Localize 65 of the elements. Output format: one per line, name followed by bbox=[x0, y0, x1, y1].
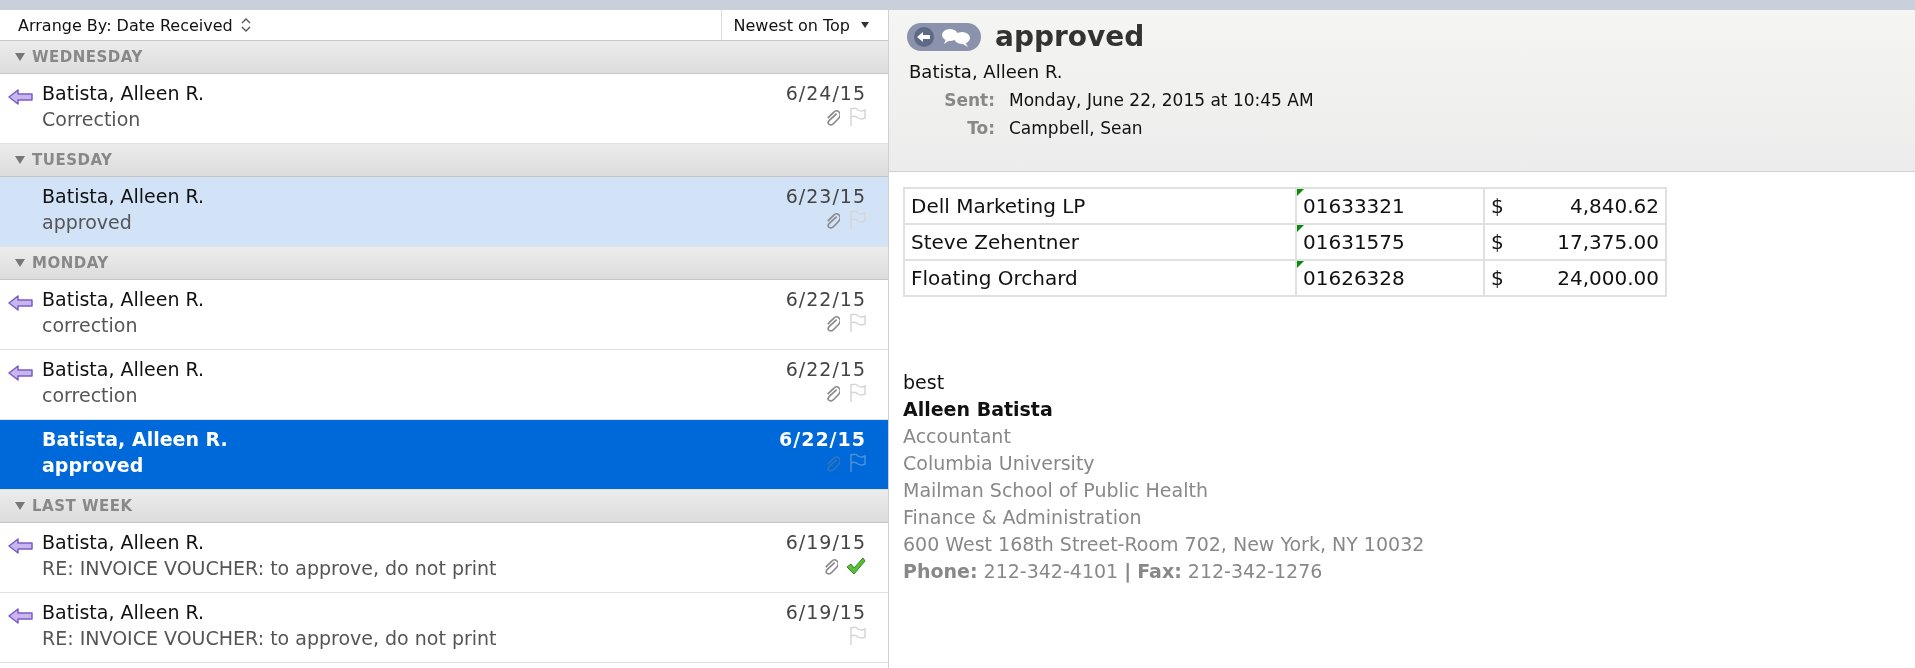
signature-line: Finance & Administration bbox=[903, 505, 1143, 530]
header-field-label: Sent: bbox=[943, 90, 995, 110]
signature-line: Mailman School of Public Health bbox=[903, 478, 1209, 503]
table-cell: $ 17,375.00 bbox=[1484, 224, 1666, 260]
header-field-value: Campbell, Sean bbox=[1009, 118, 1143, 138]
header-field-value: Monday, June 22, 2015 at 10:45 AM bbox=[1009, 90, 1314, 110]
table-cell: Floating Orchard bbox=[904, 260, 1296, 296]
disclosure-triangle-icon[interactable] bbox=[14, 258, 26, 268]
greeting-text: best bbox=[903, 370, 946, 395]
date-group-label: WEDNESDAY bbox=[32, 48, 143, 66]
message-date: 6/24/15 bbox=[785, 82, 866, 104]
sort-order-label: Newest on Top bbox=[733, 15, 850, 35]
signature-contact: Phone: 212-342-4101 | Fax: 212-342-1276 bbox=[903, 559, 1324, 585]
message-sender: Batista, Alleen R. bbox=[42, 288, 205, 310]
disclosure-triangle-icon[interactable] bbox=[14, 52, 26, 62]
message-subject: approved bbox=[42, 454, 144, 476]
message-date: 6/22/15 bbox=[779, 428, 866, 450]
message-row[interactable]: Batista, Alleen R. 6/23/15 approved bbox=[0, 177, 888, 247]
message-row[interactable]: Batista, Alleen R. 6/22/15 approved bbox=[0, 420, 888, 490]
message-sender: Batista, Alleen R. bbox=[42, 531, 205, 553]
header-field-label: To: bbox=[966, 118, 995, 138]
date-group-label: LAST WEEK bbox=[32, 497, 133, 515]
message-date: 6/23/15 bbox=[785, 185, 866, 207]
message-date: 6/22/15 bbox=[785, 358, 866, 380]
message-subject: Correction bbox=[42, 108, 141, 130]
message-subject: RE: INVOICE VOUCHER: to approve, do not print bbox=[42, 627, 497, 649]
message-date: 6/22/15 bbox=[785, 288, 866, 310]
message-sender: Batista, Alleen R. bbox=[42, 601, 205, 623]
signature-name: Alleen Batista bbox=[903, 397, 1054, 422]
arrange-by-menu[interactable]: Arrange By: Date Received bbox=[0, 10, 721, 40]
disclosure-triangle-icon[interactable] bbox=[14, 155, 26, 165]
message-row[interactable]: Batista, Alleen R. 6/19/15 RE: INVOICE VOUCHER: to approve, do not print bbox=[0, 593, 888, 663]
message-subject: RE: INVOICE VOUCHER: to approve, do not print bbox=[42, 557, 497, 579]
message-date: 6/19/15 bbox=[785, 601, 866, 623]
signature-line: Accountant bbox=[903, 424, 1012, 449]
table-cell: Steve Zehentner bbox=[904, 224, 1296, 260]
message-row[interactable]: Batista, Alleen R. 6/19/15 RE: INVOICE VOUCHER: to approve, do not print bbox=[0, 523, 888, 593]
checkmark-icon[interactable] bbox=[846, 556, 866, 576]
message-date: 6/19/15 bbox=[785, 531, 866, 553]
table-cell: 01631575 bbox=[1296, 224, 1484, 260]
table-cell: 01626328 bbox=[1296, 260, 1484, 296]
message-sender: Batista, Alleen R. bbox=[909, 61, 1064, 82]
up-down-caret-icon bbox=[240, 18, 251, 32]
message-row[interactable]: Batista, Alleen R. 6/22/15 correction bbox=[0, 280, 888, 350]
conversation-buttons[interactable] bbox=[907, 22, 981, 51]
message-sender: Batista, Alleen R. bbox=[42, 358, 205, 380]
message-sender: Batista, Alleen R. bbox=[42, 82, 205, 104]
message-sender: Batista, Alleen R. bbox=[42, 428, 228, 450]
table-cell: $ 24,000.00 bbox=[1484, 260, 1666, 296]
message-sender: Batista, Alleen R. bbox=[42, 185, 205, 207]
date-group-label: TUESDAY bbox=[32, 151, 113, 169]
table-cell: 01633321 bbox=[1296, 188, 1484, 224]
signature-line: Columbia University bbox=[903, 451, 1096, 476]
sort-order-menu[interactable]: Newest on Top bbox=[720, 10, 888, 40]
message-subject: correction bbox=[42, 384, 138, 406]
table-cell: Dell Marketing LP bbox=[904, 188, 1296, 224]
arrange-by-label: Arrange By: Date Received bbox=[18, 15, 233, 35]
table-cell: $ 4,840.62 bbox=[1484, 188, 1666, 224]
signature-line: 600 West 168th Street-Room 702, New York, NY 10032 bbox=[903, 532, 1426, 557]
message-title: approved bbox=[995, 20, 1145, 53]
message-subject: approved bbox=[42, 211, 132, 233]
caret-icon bbox=[860, 21, 870, 29]
disclosure-triangle-icon[interactable] bbox=[14, 501, 26, 511]
date-group-label: MONDAY bbox=[32, 254, 109, 272]
message-subject: correction bbox=[42, 314, 138, 336]
